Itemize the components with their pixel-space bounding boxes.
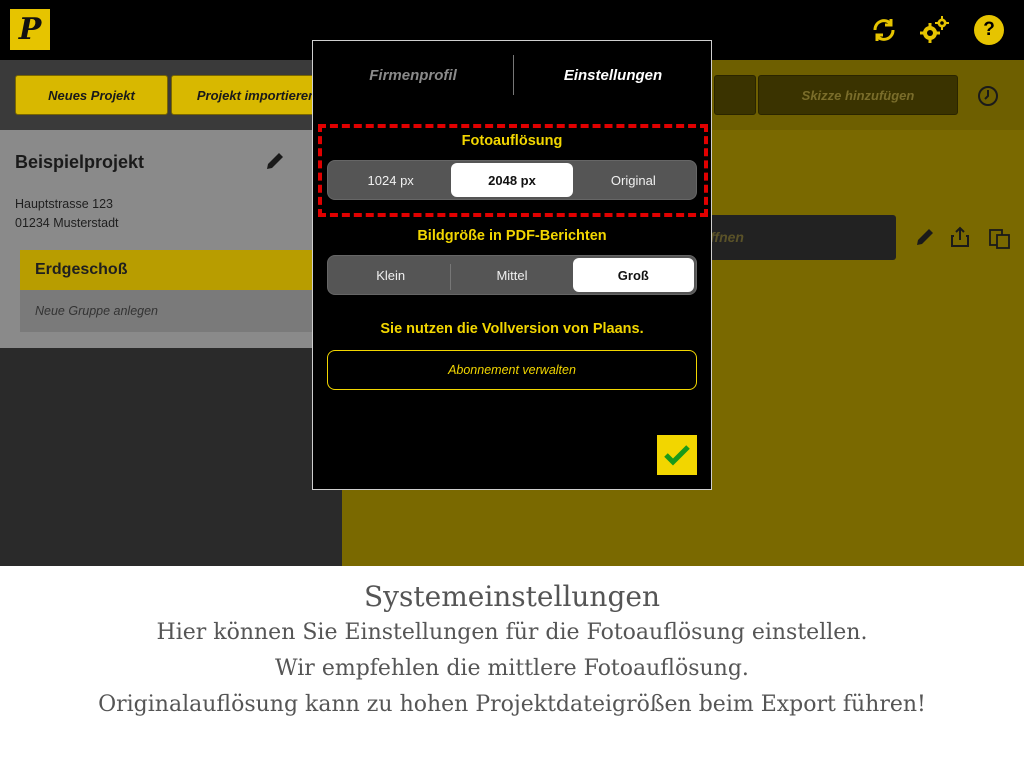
pdf-image-size-selector: Klein Mittel Groß <box>327 255 697 295</box>
project-sidebar: Neues Projekt Projekt importieren Beispi… <box>0 60 342 566</box>
new-project-button[interactable]: Neues Projekt <box>15 75 168 115</box>
project-street: Hauptstrasse 123 <box>15 197 113 211</box>
project-name: Beispielprojekt <box>15 152 145 172</box>
floor-label: Erdgeschoß <box>35 261 128 278</box>
add-sketch-button[interactable]: Skizze hinzufügen <box>758 75 958 115</box>
caption-line: Originalauflösung kann zu hohen Projektd… <box>98 692 926 717</box>
help-icon[interactable]: ? <box>974 15 1004 45</box>
edit-pencil-icon[interactable] <box>264 150 286 172</box>
caption-title: Systemeinstellungen <box>364 580 660 613</box>
project-city: 01234 Musterstadt <box>15 216 119 230</box>
pdf-image-size-label: Bildgröße in PDF-Berichten <box>417 228 607 244</box>
new-group-label: Neue Gruppe anlegen <box>35 304 159 318</box>
project-card[interactable]: Beispielprojekt Hauptstrasse 123 01234 M… <box>0 130 342 348</box>
checkmark-icon <box>664 445 690 466</box>
tab-company-profile[interactable]: Firmenprofil <box>318 67 508 84</box>
pdf-image-size-option-medium[interactable]: Mittel <box>451 258 572 292</box>
tab-settings[interactable]: Einstellungen <box>518 67 708 84</box>
open-plan-button[interactable]: ffnen <box>690 215 896 260</box>
tab-divider <box>513 55 514 95</box>
app-logo: P <box>10 9 50 50</box>
clock-icon[interactable] <box>976 84 1000 108</box>
pdf-image-size-option-small[interactable]: Klein <box>330 258 452 292</box>
highlight-box <box>318 124 708 217</box>
pdf-export-icon[interactable] <box>988 226 1010 249</box>
pdf-image-size-option-large[interactable]: Groß <box>572 258 694 292</box>
toolbar-button-hidden[interactable] <box>714 75 756 115</box>
caption-line: Hier können Sie Einstellungen für die Fo… <box>156 620 868 645</box>
sync-icon[interactable] <box>867 13 901 47</box>
full-version-note: Sie nutzen die Vollversion von Plaans. <box>380 321 644 337</box>
caption-line: Wir empfehlen die mittlere Fotoauflösung… <box>275 656 749 681</box>
sidebar-toolbar: Neues Projekt Projekt importieren <box>0 60 342 130</box>
edit-pencil-icon[interactable] <box>914 226 936 248</box>
confirm-button[interactable] <box>657 435 697 475</box>
share-icon[interactable] <box>949 226 971 248</box>
caption-panel: Systemeinstellungen Hier können Sie Eins… <box>0 566 1024 768</box>
new-group-button[interactable]: Neue Gruppe anlegen <box>20 290 342 332</box>
manage-subscription-button[interactable]: Abonnement verwalten <box>327 350 697 390</box>
settings-dialog: Firmenprofil Einstellungen Fotoauflösung… <box>312 40 712 490</box>
floor-item[interactable]: Erdgeschoß <box>20 250 342 290</box>
settings-gear-icon[interactable] <box>917 13 951 47</box>
